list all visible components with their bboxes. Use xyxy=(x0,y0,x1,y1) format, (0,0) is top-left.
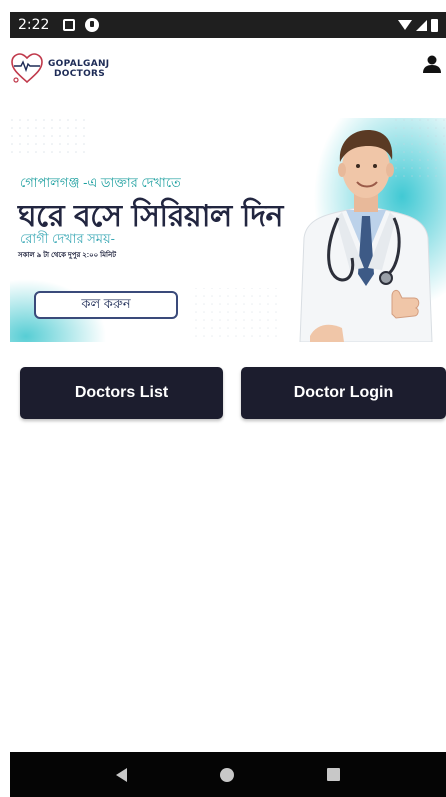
wifi-icon xyxy=(398,20,412,30)
notification-icon xyxy=(63,19,76,31)
call-button[interactable]: কল করুন xyxy=(34,291,178,319)
logo-text-line2: DOCTORS xyxy=(54,69,106,79)
banner-time-label: রোগী দেখার সময়- xyxy=(20,231,116,246)
doctors-list-button[interactable]: Doctors List xyxy=(20,367,223,419)
app-header: GOPALGANJ DOCTORS xyxy=(10,38,446,100)
doctor-login-button[interactable]: Doctor Login xyxy=(241,367,446,419)
logo-text-line1: GOPALGANJ xyxy=(48,59,110,69)
recents-icon[interactable] xyxy=(326,768,340,781)
action-row: Doctors List Doctor Login xyxy=(20,367,446,419)
app-logo[interactable]: GOPALGANJ DOCTORS xyxy=(10,52,109,86)
logo-text: GOPALGANJ DOCTORS xyxy=(48,59,109,79)
system-nav-bar xyxy=(10,752,446,797)
doctor-illustration xyxy=(299,130,433,342)
logo-heart-icon xyxy=(11,53,43,84)
user-icon[interactable] xyxy=(422,54,442,79)
promo-banner[interactable]: গোপালগঞ্জ -এ ডাক্তার দেখাতে ঘরে বসে সিরি… xyxy=(10,118,446,342)
home-icon[interactable] xyxy=(219,767,234,782)
sync-icon xyxy=(85,18,100,32)
back-icon[interactable] xyxy=(116,767,128,782)
banner-time-value: সকাল ৯ টা থেকে দুপুর ২:০০ মিনিট xyxy=(18,252,117,259)
status-bar: 2:22 xyxy=(10,12,446,38)
battery-icon xyxy=(431,18,438,32)
status-time: 2:22 xyxy=(18,17,50,33)
signal-icon xyxy=(416,19,427,31)
